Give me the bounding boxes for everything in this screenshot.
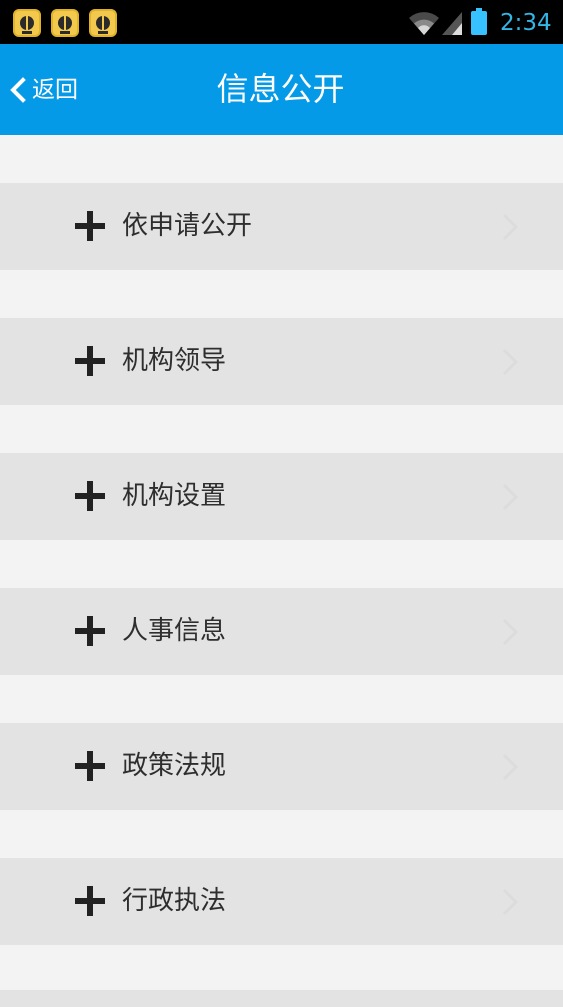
- chevron-right-icon: [502, 888, 519, 916]
- app-bar: 返回 信息公开: [0, 44, 563, 135]
- list-item[interactable]: 政策法规: [0, 723, 563, 810]
- list-spacer: [0, 810, 563, 858]
- list-item-partial: [0, 990, 563, 1007]
- status-clock: 2:34: [500, 10, 552, 36]
- plus-icon: [75, 886, 105, 916]
- list-item-label: 人事信息: [122, 616, 227, 646]
- list-spacer: [0, 135, 563, 183]
- list-spacer: [0, 540, 563, 588]
- chevron-right-icon: [502, 618, 519, 646]
- list-item-label: 依申请公开: [122, 211, 253, 241]
- list-item[interactable]: 机构设置: [0, 453, 563, 540]
- chevron-right-icon: [502, 348, 519, 376]
- list-item-label: 政策法规: [122, 751, 227, 781]
- battery-icon: [471, 8, 487, 35]
- list-spacer: [0, 270, 563, 318]
- status-bar: 2:34: [0, 0, 563, 44]
- list-item-label: 机构设置: [122, 481, 227, 511]
- chevron-right-icon: [502, 753, 519, 781]
- plus-icon: [75, 751, 105, 781]
- wifi-icon: [409, 12, 439, 36]
- app-notification-icon: [13, 9, 41, 37]
- list-item[interactable]: 行政执法: [0, 858, 563, 945]
- list-spacer: [0, 675, 563, 723]
- plus-icon: [75, 616, 105, 646]
- chevron-right-icon: [502, 483, 519, 511]
- plus-icon: [75, 346, 105, 376]
- list-spacer: [0, 405, 563, 453]
- list-item-label: 行政执法: [122, 886, 227, 916]
- app-notification-icon: [89, 9, 117, 37]
- list-item[interactable]: 人事信息: [0, 588, 563, 675]
- plus-icon: [75, 481, 105, 511]
- app-notification-icon: [51, 9, 79, 37]
- cell-signal-icon: [442, 12, 462, 35]
- page-title: 信息公开: [216, 70, 345, 108]
- list-item[interactable]: 机构领导: [0, 318, 563, 405]
- chevron-right-icon: [502, 213, 519, 241]
- info-category-list: 依申请公开 机构领导 机构设置 人事信息 政策法规 行政执法: [0, 135, 563, 945]
- list-item[interactable]: 依申请公开: [0, 183, 563, 270]
- plus-icon: [75, 211, 105, 241]
- list-item-label: 机构领导: [122, 346, 227, 376]
